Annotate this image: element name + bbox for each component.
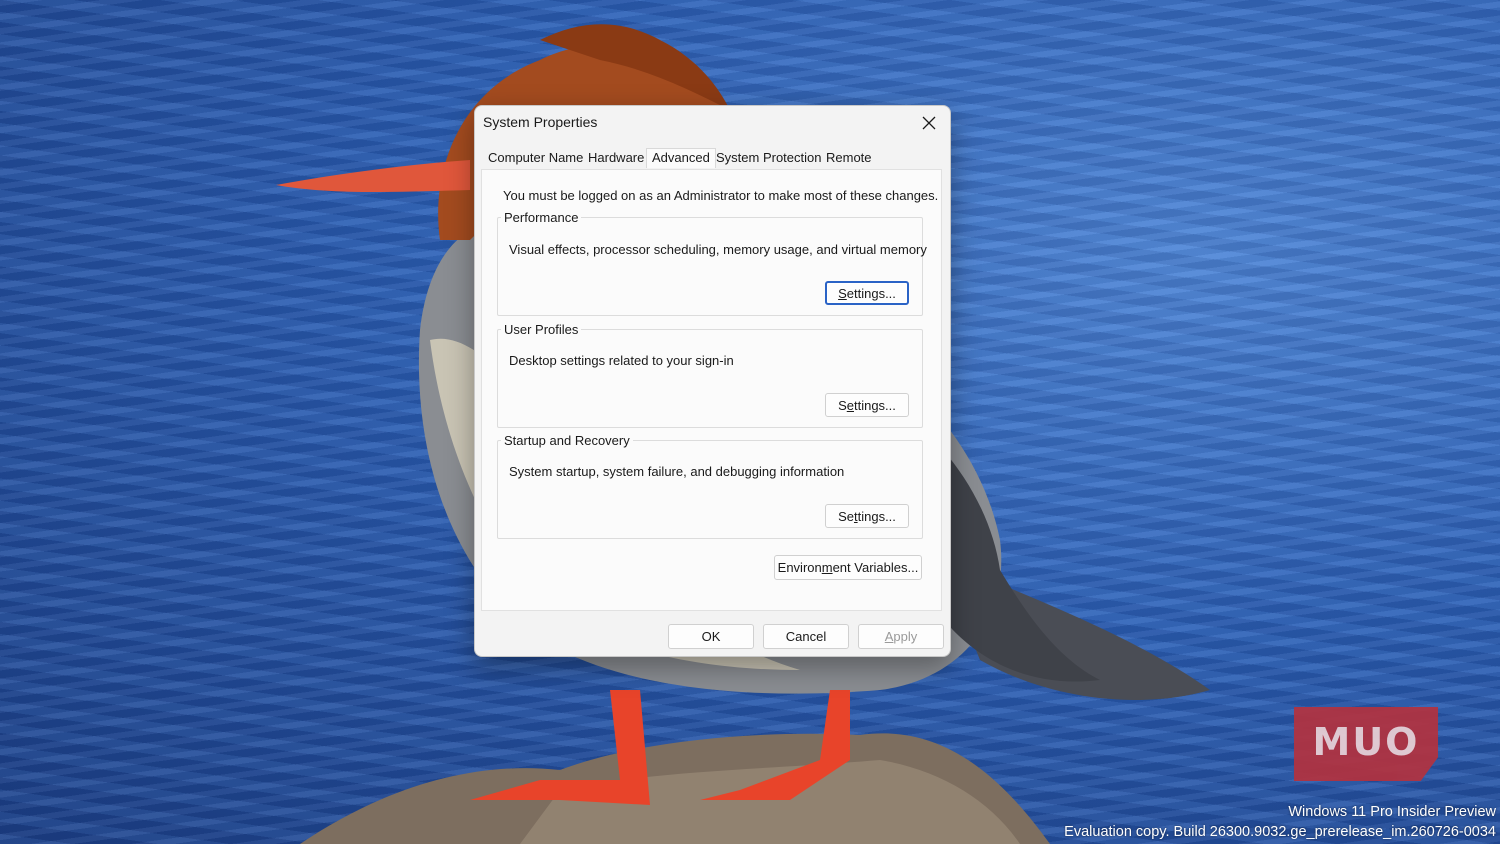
os-watermark-line1: Windows 11 Pro Insider Preview	[1288, 804, 1496, 820]
tab-system-protection[interactable]: System Protection	[716, 150, 822, 165]
user-profiles-group: User Profiles Desktop settings related t…	[497, 322, 923, 428]
environment-variables-button[interactable]: Environ m ent Variables...	[774, 555, 922, 580]
muo-logo: MUO	[1294, 707, 1438, 781]
startup-recovery-settings-button[interactable]: Se t tings...	[825, 504, 909, 528]
user-profiles-legend: User Profiles	[504, 322, 579, 337]
performance-legend: Performance	[504, 210, 579, 225]
system-properties-dialog: System Properties Computer Name Hardware…	[474, 105, 951, 657]
performance-group: Performance Visual effects, processor sc…	[497, 210, 927, 316]
os-watermark: Windows 11 Pro Insider Preview Evaluatio…	[1064, 802, 1496, 842]
apply-button[interactable]: Apply	[858, 624, 944, 649]
user-profiles-description: Desktop settings related to your sign-in	[509, 353, 734, 368]
admin-note: You must be logged on as an Administrato…	[503, 188, 939, 203]
ok-button[interactable]: OK	[668, 624, 754, 649]
tab-remote[interactable]: Remote	[826, 150, 872, 165]
startup-recovery-group: Startup and Recovery System startup, sys…	[497, 433, 923, 539]
os-watermark-line2: Evaluation copy. Build 26300.9032.ge_pre…	[1064, 824, 1496, 840]
advanced-tab-panel: You must be logged on as an Administrato…	[481, 169, 942, 611]
tab-hardware[interactable]: Hardware	[588, 150, 644, 165]
user-profiles-settings-button[interactable]: Se ttings...	[825, 393, 909, 417]
tab-advanced[interactable]: Advanced	[646, 148, 716, 168]
close-button[interactable]	[914, 110, 944, 136]
cancel-button[interactable]: Cancel	[763, 624, 849, 649]
close-icon	[922, 116, 936, 130]
performance-description: Visual effects, processor scheduling, me…	[509, 242, 927, 257]
startup-recovery-legend: Startup and Recovery	[504, 433, 630, 448]
tab-computer-name[interactable]: Computer Name	[488, 150, 583, 165]
dialog-title: System Properties	[483, 114, 598, 130]
startup-recovery-description: System startup, system failure, and debu…	[509, 464, 845, 479]
logo-text: MUO	[1312, 720, 1420, 764]
performance-settings-button[interactable]: Settings...	[825, 281, 909, 305]
tab-strip: Computer Name Hardware Advanced System P…	[481, 148, 942, 170]
